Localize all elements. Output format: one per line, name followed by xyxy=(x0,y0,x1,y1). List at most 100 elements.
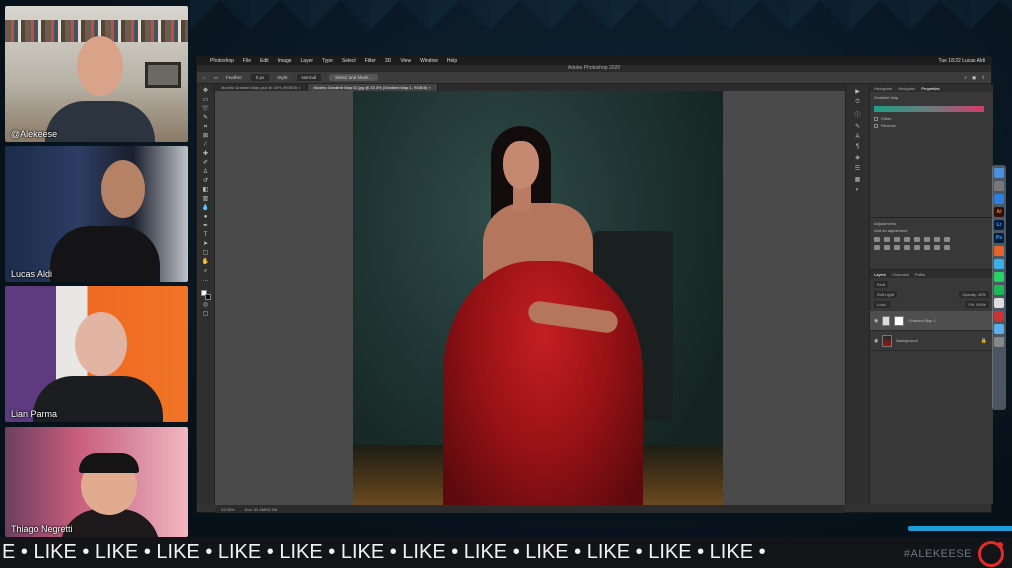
threshold-icon[interactable] xyxy=(924,245,930,250)
safari-icon[interactable] xyxy=(994,194,1004,204)
menu-window[interactable]: Window xyxy=(420,58,438,64)
quick-select-tool-icon[interactable]: ✎ xyxy=(202,115,210,122)
lasso-tool-icon[interactable]: ➰ xyxy=(202,106,210,113)
menu-3d[interactable]: 3D xyxy=(385,58,391,64)
menu-help[interactable]: Help xyxy=(447,58,457,64)
tab-histogram[interactable]: Histogram xyxy=(874,86,892,91)
quick-mask-icon[interactable]: ◎ xyxy=(202,302,210,309)
reverse-checkbox[interactable]: Reverse xyxy=(874,123,989,128)
select-and-mask-button[interactable]: Select and Mask... xyxy=(329,74,379,81)
posterize-icon[interactable] xyxy=(914,245,920,250)
menu-file[interactable]: File xyxy=(243,58,251,64)
eye-icon[interactable]: ◉ xyxy=(874,338,878,344)
color-balance-icon[interactable] xyxy=(934,237,940,242)
menu-type[interactable]: Type xyxy=(322,58,333,64)
channel-mixer-icon[interactable] xyxy=(884,245,890,250)
menu-edit[interactable]: Edit xyxy=(260,58,269,64)
tab-paths[interactable]: Paths xyxy=(915,272,925,277)
hand-tool-icon[interactable]: ✋ xyxy=(202,259,210,266)
brush-settings-icon[interactable]: ✎ xyxy=(855,123,860,130)
selective-color-icon[interactable] xyxy=(944,245,950,250)
doc-tab[interactable]: Modelo Gradient Map.psd @ 16% (RGB/8) × xyxy=(215,84,308,91)
history-icon[interactable]: ⏱ xyxy=(855,99,860,106)
hue-sat-icon[interactable] xyxy=(924,237,930,242)
blend-mode-select[interactable]: Soft Light xyxy=(874,291,897,298)
menu-select[interactable]: Select xyxy=(342,58,356,64)
gradient-map-icon[interactable] xyxy=(934,245,940,250)
color-icon[interactable]: ◐ xyxy=(856,187,860,193)
photo-filter-icon[interactable] xyxy=(874,245,880,250)
screen-mode-icon[interactable]: ▢ xyxy=(202,311,210,318)
color-lookup-icon[interactable] xyxy=(894,245,900,250)
vibrance-icon[interactable] xyxy=(914,237,920,242)
invert-icon[interactable] xyxy=(904,245,910,250)
crop-tool-icon[interactable]: ⌗ xyxy=(202,124,210,131)
paragraph-icon[interactable]: ¶ xyxy=(856,144,859,150)
libraries-icon[interactable]: ☰ xyxy=(855,165,860,172)
finder-icon[interactable] xyxy=(994,168,1004,178)
illustrator-icon[interactable]: Ai xyxy=(994,207,1004,217)
eye-icon[interactable]: ◉ xyxy=(874,318,878,324)
menu-photoshop[interactable]: Photoshop xyxy=(210,58,234,64)
home-icon[interactable]: ⌂ xyxy=(203,75,206,80)
character-icon[interactable]: A xyxy=(855,134,859,140)
gradient-preview[interactable] xyxy=(874,106,984,112)
music-icon[interactable] xyxy=(994,311,1004,321)
launchpad-icon[interactable] xyxy=(994,181,1004,191)
glyphs-icon[interactable]: ◈ xyxy=(855,154,860,161)
menu-layer[interactable]: Layer xyxy=(301,58,314,64)
folder-icon[interactable] xyxy=(994,324,1004,334)
marquee-tool-icon[interactable]: ▭ xyxy=(202,97,210,104)
firefox-icon[interactable] xyxy=(994,246,1004,256)
move-tool-icon[interactable]: ✥ xyxy=(202,88,210,95)
mask-thumb[interactable] xyxy=(894,315,905,326)
color-swatches[interactable] xyxy=(200,290,211,300)
layer-row[interactable]: ◉ Background 🔒 xyxy=(870,331,993,351)
healing-tool-icon[interactable]: ✚ xyxy=(202,151,210,158)
pen-tool-icon[interactable]: ✒ xyxy=(202,223,210,230)
telegram-icon[interactable] xyxy=(994,259,1004,269)
feather-input[interactable]: 0 px xyxy=(250,74,270,81)
workspace-icon[interactable]: ▣ xyxy=(972,75,976,81)
kind-filter[interactable]: Kind xyxy=(874,281,889,288)
curves-icon[interactable] xyxy=(894,237,900,242)
menu-image[interactable]: Image xyxy=(278,58,292,64)
search-icon[interactable]: ⌕ xyxy=(964,75,967,81)
tab-channels[interactable]: Channels xyxy=(892,272,909,277)
dodge-tool-icon[interactable]: ● xyxy=(202,214,210,221)
tab-layers[interactable]: Layers xyxy=(874,272,886,277)
history-brush-icon[interactable]: ↺ xyxy=(202,178,210,185)
spotify-icon[interactable] xyxy=(994,285,1004,295)
whatsapp-icon[interactable] xyxy=(994,272,1004,282)
type-tool-icon[interactable]: T xyxy=(202,232,210,239)
trash-icon[interactable] xyxy=(994,337,1004,347)
path-select-tool-icon[interactable]: ➤ xyxy=(202,241,210,248)
swatches-icon[interactable]: ▦ xyxy=(855,176,861,183)
info-icon[interactable]: ⓘ xyxy=(854,110,860,119)
lightroom-icon[interactable]: Lr xyxy=(994,220,1004,230)
photoshop-icon[interactable]: Ps xyxy=(994,233,1004,243)
more-tools-icon[interactable]: … xyxy=(202,277,210,284)
eraser-tool-icon[interactable]: ◧ xyxy=(202,187,210,194)
shape-tool-icon[interactable]: ▢ xyxy=(202,250,210,257)
dither-checkbox[interactable]: Dither xyxy=(874,116,989,121)
brush-tool-icon[interactable]: ✐ xyxy=(202,160,210,167)
style-select[interactable]: Normal xyxy=(296,74,322,81)
zoom-level[interactable]: 33.33% xyxy=(221,507,235,512)
fill-field[interactable]: Fill: 100% xyxy=(965,301,989,308)
exposure-icon[interactable] xyxy=(904,237,910,242)
background-color[interactable] xyxy=(204,294,211,300)
eyedropper-tool-icon[interactable]: ⁄ xyxy=(202,142,210,149)
tab-properties[interactable]: Properties xyxy=(921,86,939,91)
stamp-tool-icon[interactable]: ♙ xyxy=(202,169,210,176)
blur-tool-icon[interactable]: 💧 xyxy=(202,205,210,212)
marquee-tool-icon[interactable]: ▭ xyxy=(214,75,218,81)
zoom-tool-icon[interactable]: ⌕ xyxy=(202,268,210,275)
frame-tool-icon[interactable]: ⊠ xyxy=(202,133,210,140)
menu-view[interactable]: View xyxy=(400,58,411,64)
opacity-field[interactable]: Opacity: 40% xyxy=(959,291,989,298)
document-photo[interactable] xyxy=(353,91,723,505)
gradient-tool-icon[interactable]: ▥ xyxy=(202,196,210,203)
levels-icon[interactable] xyxy=(884,237,890,242)
canvas-area[interactable] xyxy=(215,91,845,505)
